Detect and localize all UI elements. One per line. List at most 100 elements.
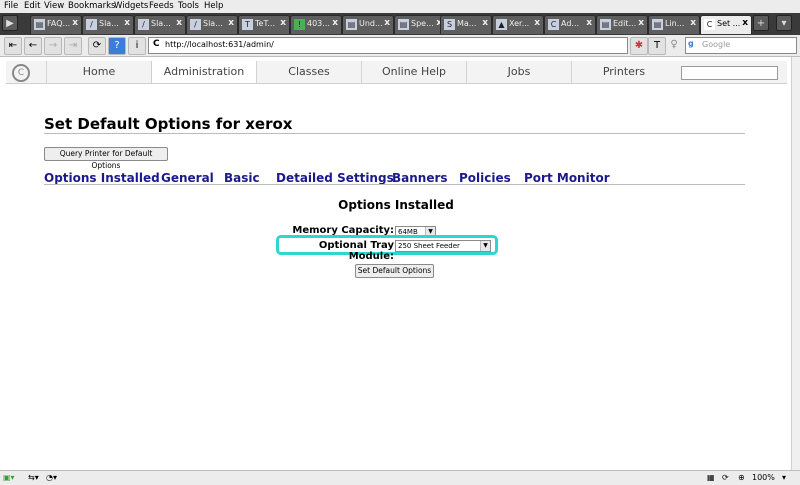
vertical-scrollbar[interactable]	[791, 57, 800, 470]
tab-item[interactable]: / Sla... x	[186, 15, 238, 34]
close-icon[interactable]: x	[72, 18, 78, 28]
page-icon: T	[242, 19, 253, 30]
fast-forward-button[interactable]: ⇥	[64, 37, 82, 55]
bulb-icon[interactable]: ♀	[666, 37, 682, 53]
close-icon[interactable]: x	[280, 18, 286, 28]
section-link-detailed-settings[interactable]: Detailed Settings	[276, 171, 394, 185]
set-default-options-button[interactable]: Set Default Options	[355, 264, 434, 278]
rewind-button[interactable]: ⇤	[4, 37, 22, 55]
tab-item[interactable]: ▲ Xer... x	[492, 15, 544, 34]
page-icon: ▤	[652, 19, 663, 30]
close-icon[interactable]: x	[332, 18, 338, 28]
section-link-general[interactable]: General	[161, 171, 214, 185]
page-icon: /	[86, 19, 97, 30]
menu-tools[interactable]: Tools	[178, 1, 199, 11]
optional-tray-label: Optional Tray Module:	[318, 240, 394, 262]
search-field[interactable]: g Google	[685, 37, 797, 54]
security-icon[interactable]: ?	[108, 37, 126, 55]
menu-widgets[interactable]: Widgets	[114, 1, 148, 11]
forward-button[interactable]: →	[44, 37, 62, 55]
refresh-icon[interactable]: ⟳	[722, 473, 729, 482]
reload-button[interactable]: ⟳	[88, 37, 106, 55]
nav-jobs[interactable]: Jobs	[466, 61, 571, 83]
close-icon[interactable]: x	[176, 18, 182, 28]
translate-icon[interactable]: T	[648, 37, 666, 55]
close-icon[interactable]: x	[690, 18, 696, 28]
section-heading: Options Installed	[338, 198, 454, 212]
close-icon[interactable]: x	[228, 18, 234, 28]
query-printer-button[interactable]: Query Printer for Default Options	[44, 147, 168, 170]
close-icon[interactable]: x	[638, 18, 644, 28]
page-icon: !	[294, 19, 305, 30]
page-image-icon[interactable]: ▦	[707, 473, 715, 482]
menu-file[interactable]: File	[4, 1, 18, 11]
section-link-basic[interactable]: Basic	[224, 171, 260, 185]
tab-item[interactable]: S Ma... x	[440, 15, 492, 34]
page-icon: ▲	[496, 19, 507, 30]
menu-bookmarks[interactable]: Bookmarks	[68, 1, 116, 11]
bug-icon[interactable]: ✱	[630, 37, 648, 55]
network-icon[interactable]: ⇆▾	[28, 473, 39, 482]
site-icon: C	[153, 39, 160, 49]
nav-online-help[interactable]: Online Help	[361, 61, 466, 83]
menu-view[interactable]: View	[44, 1, 64, 11]
cups-search-input[interactable]	[681, 66, 778, 80]
section-link-policies[interactable]: Policies	[459, 171, 511, 185]
tab-item[interactable]: / Sla... x	[82, 15, 134, 34]
tab-item[interactable]: ! 403... x	[290, 15, 342, 34]
tab-item[interactable]: C Ad... x	[544, 15, 596, 34]
page-icon: C	[548, 19, 559, 30]
section-link-banners[interactable]: Banners	[392, 171, 448, 185]
page-icon: ▤	[600, 19, 611, 30]
tab-item[interactable]: ▤ Lin... x	[648, 15, 700, 34]
page-icon: ▤	[346, 19, 357, 30]
page-icon: C	[704, 19, 715, 30]
divider	[44, 133, 745, 134]
menu-feeds[interactable]: Feeds	[149, 1, 174, 11]
speed-icon[interactable]: ◔▾	[46, 473, 57, 482]
status-bar: ▣▾ ⇆▾ ◔▾ ▦ ⟳ ⊕ 100% ▾	[0, 470, 800, 485]
divider	[44, 184, 745, 185]
address-field[interactable]: C http://localhost:631/admin/	[148, 37, 628, 54]
tab-item[interactable]: ▤Spe...x	[394, 15, 446, 34]
trash-icon[interactable]: ▾	[776, 15, 792, 31]
menu-help[interactable]: Help	[204, 1, 223, 11]
close-icon[interactable]: x	[384, 18, 390, 28]
close-icon[interactable]: x	[742, 18, 748, 28]
zoom-label[interactable]: 100%	[752, 473, 775, 482]
section-link-port-monitor[interactable]: Port Monitor	[524, 171, 610, 185]
menu-edit[interactable]: Edit	[24, 1, 40, 11]
page-title: Set Default Options for xerox	[44, 115, 293, 133]
nav-printers[interactable]: Printers	[571, 61, 676, 83]
nav-administration[interactable]: Administration	[151, 61, 257, 83]
optional-tray-select[interactable]: 250 Sheet Feeder ▼	[395, 240, 491, 252]
tab-item[interactable]: ▤ Und... x	[342, 15, 394, 34]
section-link-options-installed[interactable]: Options Installed	[44, 171, 160, 185]
back-button[interactable]: ←	[24, 37, 42, 55]
tab-panel-icon[interactable]: ▶	[2, 15, 18, 31]
navigation-bar: ⇤ ← → ⇥ ⟳ ? i C http://localhost:631/adm…	[0, 35, 800, 57]
chevron-down-icon[interactable]: ▾	[782, 473, 786, 482]
tab-item[interactable]: ▤ Edit... x	[596, 15, 648, 34]
close-icon[interactable]: x	[534, 18, 540, 28]
tab-item[interactable]: T TeT... x	[238, 15, 290, 34]
google-icon: g	[688, 39, 694, 48]
nav-classes[interactable]: Classes	[256, 61, 361, 83]
tab-item[interactable]: / Sla... x	[134, 15, 186, 34]
page-icon: /	[138, 19, 149, 30]
close-icon[interactable]: x	[586, 18, 592, 28]
panel-toggle-icon[interactable]: ▣▾	[3, 473, 15, 482]
tab-bar: ▶ ▤ FAQ... x / Sla... x / Sla... x / Sla... x TT…	[0, 13, 800, 36]
close-icon[interactable]: x	[482, 18, 488, 28]
tab-item-active[interactable]: C Set ... x	[700, 15, 752, 34]
nav-home[interactable]: Home	[46, 61, 151, 83]
zoom-icon[interactable]: ⊕	[738, 473, 745, 482]
close-icon[interactable]: x	[124, 18, 130, 28]
info-icon[interactable]: i	[128, 37, 146, 55]
page-content: C Home Administration Classes Online Hel…	[0, 57, 792, 470]
tab-item[interactable]: ▤ FAQ... x	[30, 15, 82, 34]
url-text: http://localhost:631/admin/	[165, 40, 274, 49]
new-tab-button[interactable]: +	[753, 15, 769, 31]
page-icon: ▤	[398, 19, 409, 30]
cups-logo-icon[interactable]: C	[12, 64, 30, 82]
